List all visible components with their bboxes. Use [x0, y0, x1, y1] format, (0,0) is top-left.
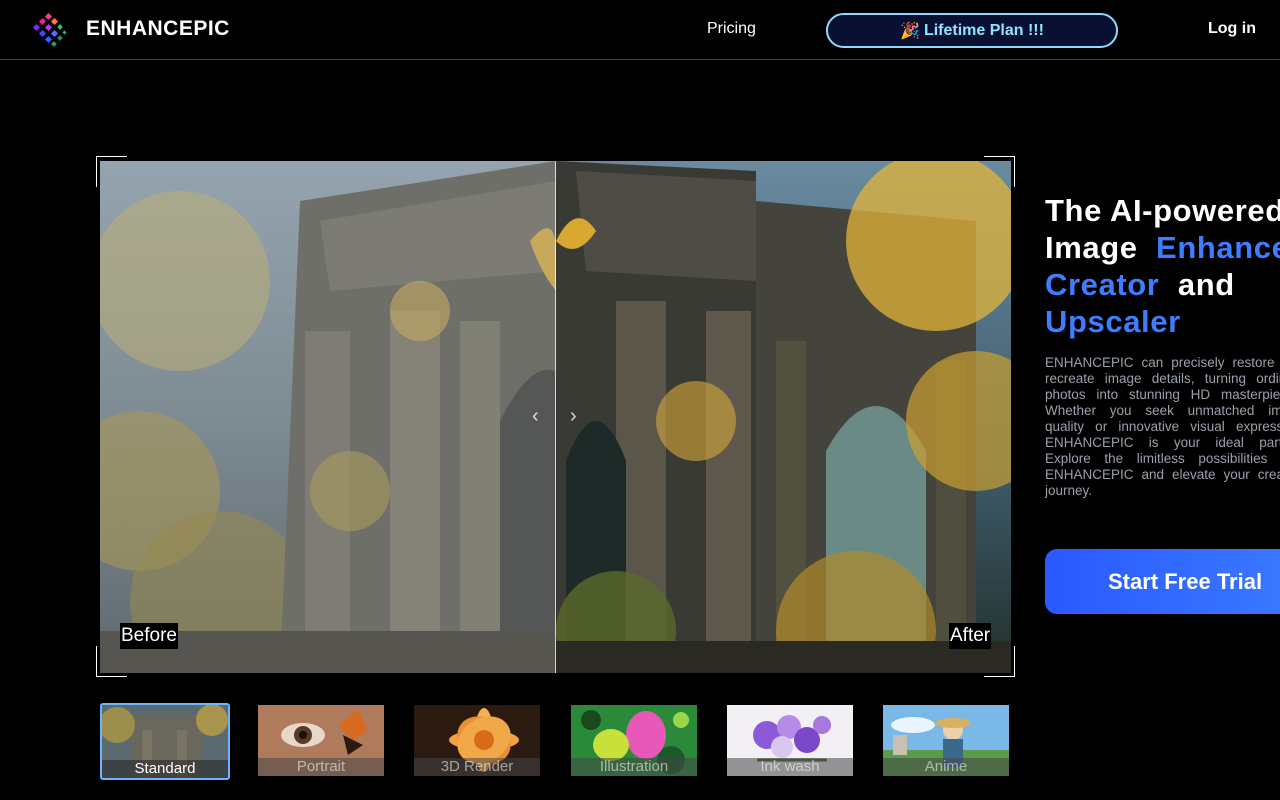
before-label: Before	[120, 623, 178, 649]
hero-title-part3: and	[1177, 267, 1235, 302]
before-after-viewer[interactable]: ‹ ›	[96, 156, 1015, 677]
compare-divider[interactable]	[555, 161, 556, 673]
hero-title-part2: Image	[1045, 230, 1138, 265]
style-thumb-standard[interactable]: Standard	[100, 703, 230, 780]
party-popper-icon: 🎉	[900, 22, 920, 40]
style-label-3d-render: 3D Render	[414, 758, 540, 776]
style-label-illustration: Illustration	[571, 758, 697, 776]
chevron-left-icon[interactable]: ‹	[532, 405, 539, 428]
hero-title-accent2: Creator	[1045, 267, 1160, 302]
after-label: After	[949, 623, 992, 649]
style-label-ink-wash: Ink wash	[727, 758, 853, 776]
style-thumb-ink-wash[interactable]: Ink wash	[727, 705, 853, 776]
brand-name[interactable]: ENHANCEPIC	[86, 17, 230, 41]
nav-pricing-link[interactable]: Pricing	[707, 20, 756, 38]
hero-title-accent1: Enhancer	[1156, 230, 1280, 265]
style-label-standard: Standard	[102, 760, 228, 778]
lifetime-plan-button[interactable]: 🎉 Lifetime Plan !!!	[826, 13, 1118, 48]
start-free-trial-button[interactable]: Start Free Trial	[1045, 549, 1280, 614]
lifetime-plan-label: Lifetime Plan !!!	[923, 21, 1044, 39]
style-label-anime: Anime	[883, 758, 1009, 776]
style-thumb-portrait[interactable]: Portrait	[258, 705, 384, 776]
chevron-right-icon[interactable]: ›	[570, 405, 577, 428]
top-header: ENHANCEPIC Pricing 🎉 Lifetime Plan !!! L…	[0, 0, 1280, 60]
style-thumb-anime[interactable]: Anime	[883, 705, 1009, 776]
hero-title-accent3: Upscaler	[1045, 304, 1181, 339]
style-thumb-3d-render[interactable]: 3D Render	[414, 705, 540, 776]
style-thumb-illustration[interactable]: Illustration	[571, 705, 697, 776]
style-label-portrait: Portrait	[258, 758, 384, 776]
hero-title: The AI-powered Image Enhancer Creator an…	[1045, 192, 1280, 340]
login-link[interactable]: Log in	[1208, 20, 1256, 38]
hero-title-part1: The AI-powered	[1045, 193, 1280, 228]
comparison-image: ‹ ›	[100, 161, 1011, 673]
after-image	[556, 161, 1011, 673]
style-selector: Standard Portrait 3D Render Illustration…	[100, 703, 1020, 783]
before-image	[100, 161, 556, 673]
logo-icon[interactable]	[30, 11, 68, 49]
hero-description: ENHANCEPIC can precisely restore and rec…	[1045, 355, 1280, 498]
